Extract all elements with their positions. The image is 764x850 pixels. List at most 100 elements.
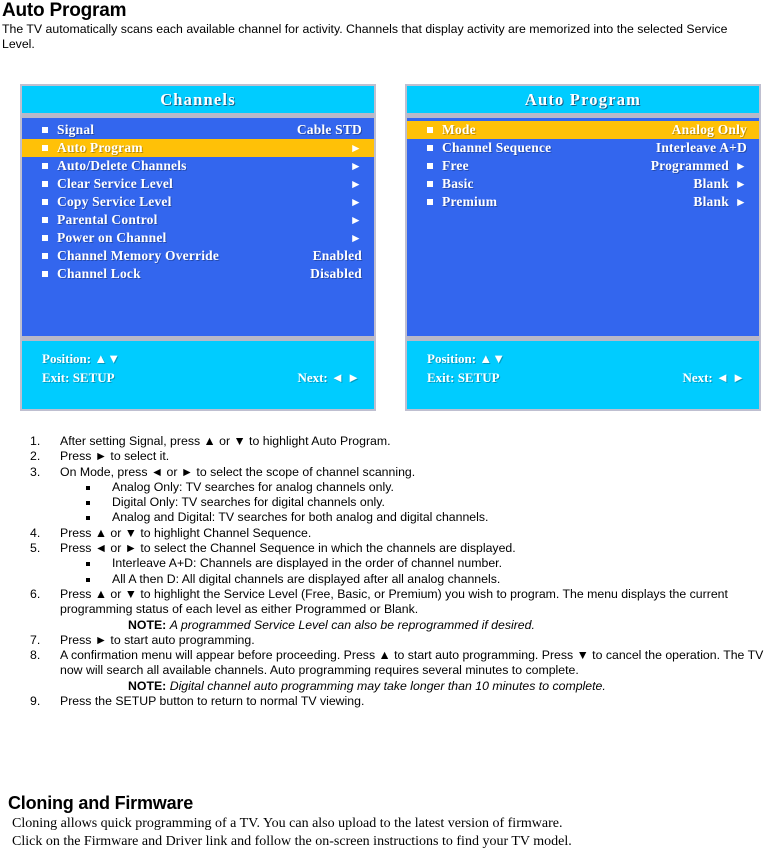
step-sub-text: All A then D: All digital channels are d… bbox=[112, 571, 501, 586]
osd-panel-auto-program: Auto Program Mode Analog Only Channel Sequ… bbox=[405, 84, 761, 411]
osd-right-row[interactable]: Channel Sequence Interleave A+D bbox=[407, 139, 759, 157]
step-line: 3. On Mode, press ◄ or ► to select the sc… bbox=[28, 465, 764, 480]
step-sublist: Analog Only: TV searches for analog chan… bbox=[28, 480, 764, 526]
osd-right-exit-hint: Exit: SETUP bbox=[427, 370, 500, 385]
step-number: 2. bbox=[30, 449, 41, 464]
square-bullet-icon bbox=[86, 501, 90, 506]
step-number: 3. bbox=[30, 464, 41, 479]
step-text: Press ▲ or ▼ to highlight Channel Sequen… bbox=[60, 525, 312, 540]
instruction-step: 9. Press the SETUP button to return to no… bbox=[28, 694, 764, 709]
step-line: 6. Press ▲ or ▼ to highlight the Service … bbox=[28, 587, 764, 618]
square-bullet-icon bbox=[427, 199, 433, 205]
osd-left-row-label: Copy Service Level bbox=[57, 194, 172, 209]
cloning-line-1: Cloning allows quick programming of a TV… bbox=[12, 816, 563, 831]
page-title: Auto Program bbox=[2, 0, 127, 21]
step-line: 8. A confirmation menu will appear before… bbox=[28, 648, 764, 679]
osd-right-row[interactable]: Mode Analog Only bbox=[407, 121, 759, 139]
osd-right-row-value: Interleave A+D bbox=[655, 140, 747, 155]
osd-right-row-value: Analog Only bbox=[671, 122, 747, 137]
square-bullet-icon bbox=[42, 127, 48, 133]
instruction-step: 7. Press ► to start auto programming. bbox=[28, 633, 764, 648]
osd-left-row-label: Channel Lock bbox=[57, 266, 141, 281]
instruction-step: 8. A confirmation menu will appear before… bbox=[28, 648, 764, 694]
square-bullet-icon bbox=[42, 253, 48, 259]
osd-right-menu-list: Mode Analog Only Channel Sequence Interleav… bbox=[407, 118, 759, 336]
step-line: 1. After setting Signal, press ▲ or ▼ to … bbox=[28, 434, 764, 449]
chevron-right-icon: ► bbox=[734, 177, 747, 191]
osd-left-row[interactable]: Channel Memory Override Enabled bbox=[22, 247, 374, 265]
osd-left-row[interactable]: Signal Cable STD bbox=[22, 121, 374, 139]
osd-left-row[interactable]: Clear Service Level ► bbox=[22, 175, 374, 193]
chevron-right-icon: ► bbox=[349, 141, 362, 155]
step-number: 9. bbox=[30, 694, 41, 709]
step-number: 1. bbox=[30, 434, 41, 448]
step-text: Press ► to start auto programming. bbox=[60, 632, 255, 647]
osd-right-row[interactable]: Basic Blank ► bbox=[407, 175, 759, 193]
osd-left-row[interactable]: Parental Control ► bbox=[22, 211, 374, 229]
osd-right-row-label: Free bbox=[442, 158, 469, 173]
square-bullet-icon bbox=[427, 181, 433, 187]
step-number: 4. bbox=[30, 525, 41, 540]
instruction-step: 5. Press ◄ or ► to select the Channel Seq… bbox=[28, 541, 764, 587]
step-note: NOTE: A programmed Service Level can als… bbox=[28, 618, 764, 633]
step-line: 5. Press ◄ or ► to select the Channel Seq… bbox=[28, 541, 764, 556]
square-bullet-icon bbox=[427, 163, 433, 169]
step-line: 2. Press ► to select it. bbox=[28, 449, 764, 464]
osd-left-row-value: Cable STD bbox=[296, 122, 362, 137]
step-sub-text: Digital Only: TV searches for digital ch… bbox=[112, 495, 385, 510]
osd-left-row[interactable]: Auto Program ► bbox=[22, 139, 374, 157]
chevron-right-icon: ► bbox=[349, 231, 362, 245]
osd-left-row[interactable]: Power on Channel ► bbox=[22, 229, 374, 247]
osd-left-row[interactable]: Channel Lock Disabled bbox=[22, 265, 374, 283]
osd-right-row-value: Blank bbox=[693, 194, 729, 209]
osd-left-header-title: Channels bbox=[22, 86, 374, 113]
step-line: 7. Press ► to start auto programming. bbox=[28, 633, 764, 648]
section-body-cloning-firmware: Cloning allows quick programming of a TV… bbox=[12, 815, 760, 850]
page-intro-paragraph: The TV automatically scans each availabl… bbox=[2, 22, 728, 51]
osd-left-row-label: Signal bbox=[57, 122, 95, 137]
square-bullet-icon bbox=[42, 199, 48, 205]
step-sublist: Interleave A+D: Channels are displayed i… bbox=[28, 556, 764, 587]
square-bullet-icon bbox=[42, 145, 48, 151]
osd-panel-channels: Channels Signal Cable STD Auto Program ► Aut… bbox=[20, 84, 376, 411]
square-bullet-icon bbox=[427, 127, 433, 133]
osd-right-row[interactable]: Free Programmed ► bbox=[407, 157, 759, 175]
step-text: On Mode, press ◄ or ► to select the scop… bbox=[60, 464, 416, 479]
step-sub-item: Analog and Digital: TV searches for both… bbox=[28, 510, 764, 525]
instruction-step: 4. Press ▲ or ▼ to highlight Channel Sequ… bbox=[28, 526, 764, 541]
step-number: 7. bbox=[30, 632, 41, 647]
step-note: NOTE: Digital channel auto programming m… bbox=[28, 679, 764, 694]
osd-left-next-hint: Next: ◄ ► bbox=[297, 370, 360, 385]
step-sub-item: Analog Only: TV searches for analog chan… bbox=[28, 480, 764, 495]
step-sub-text: Analog Only: TV searches for analog chan… bbox=[112, 479, 394, 494]
instruction-step: 2. Press ► to select it. bbox=[28, 449, 764, 464]
square-bullet-icon bbox=[42, 235, 48, 241]
square-bullet-icon bbox=[427, 145, 433, 151]
step-text: A confirmation menu will appear before p… bbox=[60, 648, 764, 678]
osd-right-row-value: Blank bbox=[693, 176, 729, 191]
osd-left-footer-row: Exit: SETUP Next: ◄ ► bbox=[42, 368, 360, 387]
step-sub-text: Analog and Digital: TV searches for both… bbox=[112, 510, 489, 525]
osd-right-row[interactable]: Premium Blank ► bbox=[407, 193, 759, 211]
square-bullet-icon bbox=[86, 485, 90, 490]
note-label: NOTE: bbox=[128, 678, 167, 693]
step-line: 9. Press the SETUP button to return to no… bbox=[28, 694, 764, 709]
square-bullet-icon bbox=[42, 181, 48, 187]
instruction-step: 6. Press ▲ or ▼ to highlight the Service … bbox=[28, 587, 764, 633]
chevron-right-icon: ► bbox=[349, 213, 362, 227]
osd-right-header-title: Auto Program bbox=[407, 86, 759, 113]
osd-left-row-label: Parental Control bbox=[57, 212, 158, 227]
chevron-right-icon: ► bbox=[349, 195, 362, 209]
step-number: 8. bbox=[30, 648, 41, 663]
osd-left-exit-hint: Exit: SETUP bbox=[42, 370, 115, 385]
osd-right-footer-row: Exit: SETUP Next: ◄ ► bbox=[427, 368, 745, 387]
instruction-step: 1. After setting Signal, press ▲ or ▼ to … bbox=[28, 434, 764, 449]
section-title-cloning-firmware: Cloning and Firmware bbox=[8, 793, 194, 813]
chevron-right-icon: ► bbox=[349, 177, 362, 191]
osd-left-position-hint: Position: ▲▼ bbox=[42, 351, 121, 366]
step-sub-item: All A then D: All digital channels are d… bbox=[28, 572, 764, 587]
step-sub-text: Interleave A+D: Channels are displayed i… bbox=[112, 556, 502, 571]
step-sub-item: Interleave A+D: Channels are displayed i… bbox=[28, 556, 764, 571]
osd-left-row[interactable]: Copy Service Level ► bbox=[22, 193, 374, 211]
osd-left-row[interactable]: Auto/Delete Channels ► bbox=[22, 157, 374, 175]
